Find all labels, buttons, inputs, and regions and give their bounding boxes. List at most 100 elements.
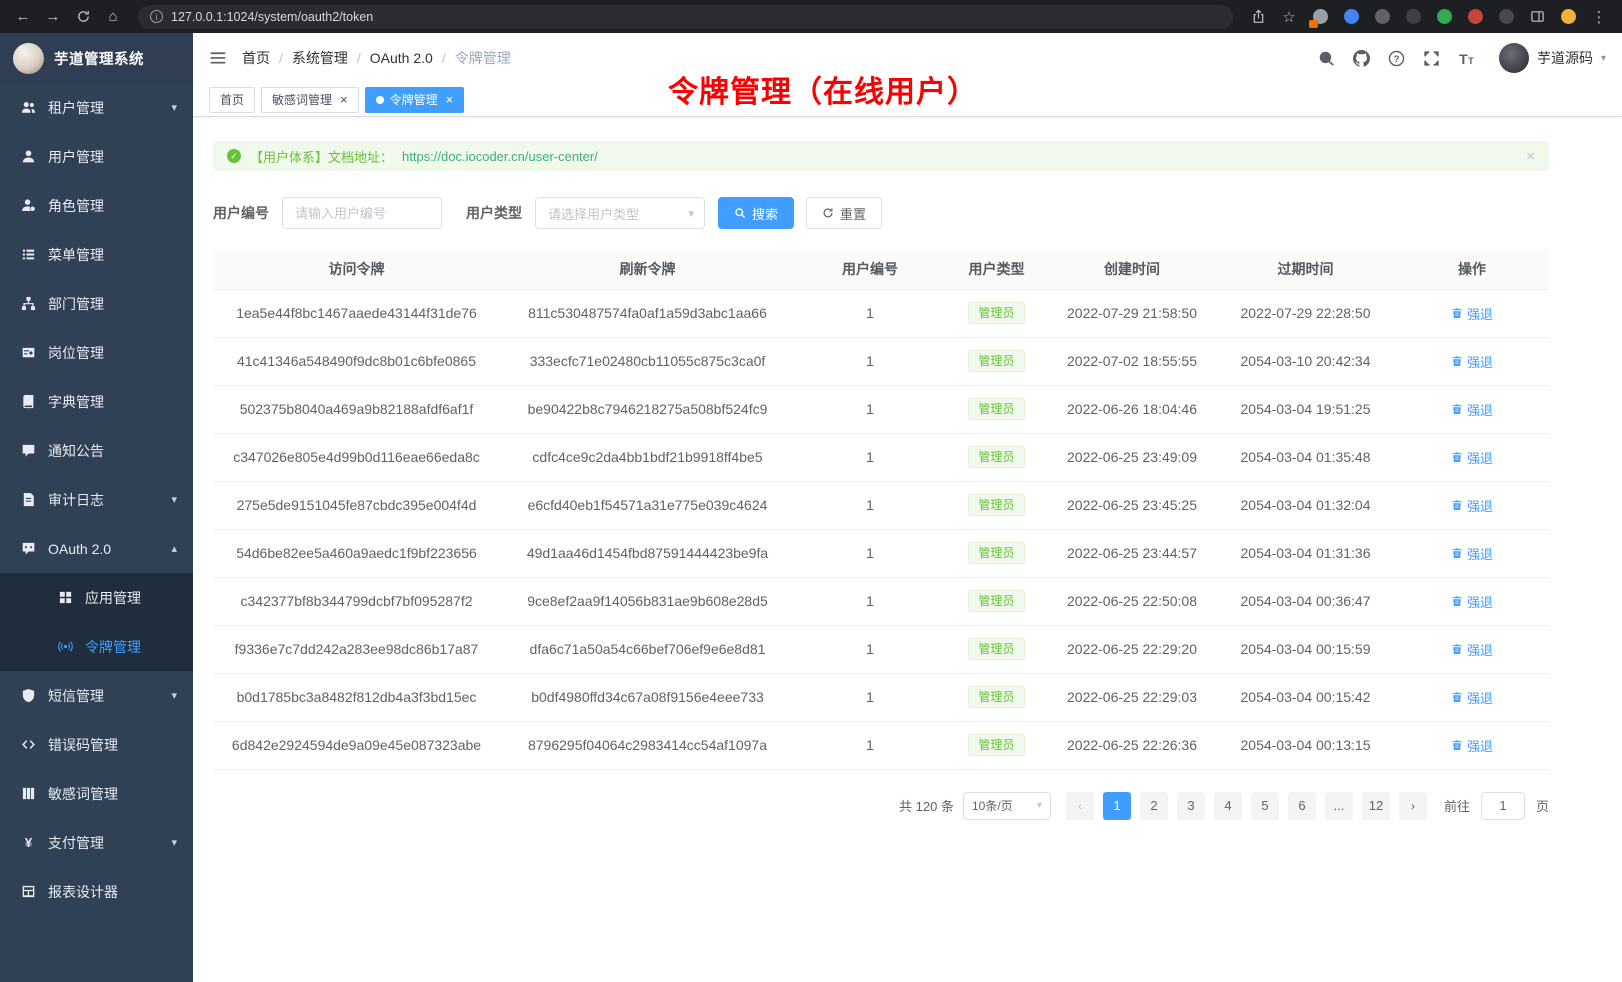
user-type-cell: 管理员: [945, 433, 1048, 481]
access-token-cell: b0d1785bc3a8482f812db4a3f3bd15ec: [213, 673, 500, 721]
breadcrumb-item-1[interactable]: 系统管理: [292, 48, 348, 68]
force-logout-button[interactable]: 强退: [1451, 736, 1493, 755]
sidebar-item-13[interactable]: 错误码管理: [0, 720, 193, 769]
breadcrumb-item-2[interactable]: OAuth 2.0: [370, 50, 433, 66]
force-logout-button[interactable]: 强退: [1451, 544, 1493, 563]
sidebar-item-16[interactable]: 报表设计器: [0, 867, 193, 916]
refresh-icon[interactable]: [70, 5, 96, 29]
force-logout-button[interactable]: 强退: [1451, 304, 1493, 323]
sidebar-item-12[interactable]: 短信管理▾: [0, 671, 193, 720]
alert-text: 【用户体系】文档地址：: [250, 147, 393, 166]
sidebar-item-3[interactable]: 菜单管理: [0, 230, 193, 279]
doc-link[interactable]: https://doc.iocoder.cn/user-center/: [402, 149, 598, 164]
close-icon[interactable]: ×: [1526, 148, 1535, 165]
action-cell: 强退: [1395, 385, 1549, 433]
search-icon[interactable]: [1318, 49, 1336, 67]
close-icon[interactable]: ×: [446, 93, 454, 106]
prev-page-button[interactable]: ‹: [1066, 792, 1094, 820]
dark-extension-icon[interactable]: [1369, 5, 1395, 29]
page-button-6[interactable]: 6: [1288, 792, 1316, 820]
more-pages-button[interactable]: ...: [1325, 792, 1353, 820]
page-button-12[interactable]: 12: [1362, 792, 1390, 820]
fullscreen-icon[interactable]: [1423, 49, 1441, 67]
tab-1[interactable]: 敏感词管理×: [261, 87, 359, 113]
sidebar-item-11[interactable]: 令牌管理: [0, 622, 193, 671]
page-button-1[interactable]: 1: [1103, 792, 1131, 820]
page-button-2[interactable]: 2: [1140, 792, 1168, 820]
app-logo[interactable]: 芋道管理系统: [0, 33, 193, 83]
search-button[interactable]: 搜索: [718, 197, 794, 229]
bookmark-star-icon[interactable]: ☆: [1276, 5, 1302, 29]
table-row: f9336e7c7dd242a283ee98dc86b17a87dfa6c71a…: [213, 625, 1549, 673]
overflow-icon[interactable]: ⋮: [1586, 5, 1612, 29]
user-type-badge: 管理员: [968, 494, 1024, 516]
force-logout-button[interactable]: 强退: [1451, 640, 1493, 659]
force-logout-button[interactable]: 强退: [1451, 688, 1493, 707]
hamburger-icon[interactable]: [209, 49, 227, 67]
force-logout-button[interactable]: 强退: [1451, 400, 1493, 419]
page-button-3[interactable]: 3: [1177, 792, 1205, 820]
sidebar-item-5[interactable]: 岗位管理: [0, 328, 193, 377]
chevron-down-icon: ▾: [171, 493, 177, 506]
force-logout-button[interactable]: 强退: [1451, 352, 1493, 371]
blue-extension-icon[interactable]: [1338, 5, 1364, 29]
filter-bar: 用户编号 用户类型 请选择用户类型 ▾ 搜索 重置: [213, 197, 1622, 229]
page-button-4[interactable]: 4: [1214, 792, 1242, 820]
peoples-icon: [20, 100, 36, 116]
home-icon[interactable]: ⌂: [100, 5, 126, 29]
force-logout-button[interactable]: 强退: [1451, 448, 1493, 467]
github-icon[interactable]: [1353, 49, 1371, 67]
goto-page-input[interactable]: [1481, 792, 1525, 820]
red-extension-icon[interactable]: [1462, 5, 1488, 29]
sidebar-item-8[interactable]: 审计日志▾: [0, 475, 193, 524]
breadcrumb-separator: /: [442, 50, 446, 66]
user-menu[interactable]: 芋道源码 ▾: [1499, 43, 1606, 73]
user-type-select[interactable]: 请选择用户类型 ▾: [535, 197, 705, 229]
sidebar-item-15[interactable]: ¥支付管理▾: [0, 818, 193, 867]
close-icon[interactable]: ×: [340, 93, 348, 106]
tab-0[interactable]: 首页: [209, 87, 255, 113]
font-size-icon[interactable]: TT: [1458, 49, 1476, 67]
sidebar-item-0[interactable]: 租户管理▾: [0, 83, 193, 132]
extensions-icon[interactable]: [1307, 5, 1333, 29]
sidebar-item-9[interactable]: OAuth 2.0▴: [0, 524, 193, 573]
user-id-label: 用户编号: [213, 203, 269, 223]
url-bar[interactable]: i 127.0.0.1:1024/system/oauth2/token: [138, 5, 1233, 29]
tree-icon: [20, 296, 36, 312]
split-view-icon[interactable]: [1524, 5, 1550, 29]
info-icon[interactable]: i: [150, 10, 163, 23]
delete-icon: [1451, 691, 1463, 703]
sidebar-item-14[interactable]: 敏感词管理: [0, 769, 193, 818]
action-cell: 强退: [1395, 721, 1549, 769]
sidebar-item-7[interactable]: 通知公告: [0, 426, 193, 475]
sidebar-item-6[interactable]: 字典管理: [0, 377, 193, 426]
table-row: 41c41346a548490f9dc8b01c6bfe0865333ecfc7…: [213, 337, 1549, 385]
sidebar-item-label: 错误码管理: [48, 735, 118, 755]
breadcrumb-item-0[interactable]: 首页: [242, 48, 270, 68]
tab-label: 首页: [220, 91, 244, 108]
page-size-select[interactable]: 10条/页 ▾: [963, 792, 1051, 820]
force-logout-button[interactable]: 强退: [1451, 592, 1493, 611]
sidebar-item-2[interactable]: 角色管理: [0, 181, 193, 230]
access-token-cell: 41c41346a548490f9dc8b01c6bfe0865: [213, 337, 500, 385]
help-icon[interactable]: ?: [1388, 49, 1406, 67]
force-logout-button[interactable]: 强退: [1451, 496, 1493, 515]
green-extension-icon[interactable]: [1431, 5, 1457, 29]
sidebar-item-1[interactable]: 用户管理: [0, 132, 193, 181]
page-button-5[interactable]: 5: [1251, 792, 1279, 820]
reset-button[interactable]: 重置: [806, 197, 882, 229]
tab-bar: 首页敏感词管理× 令牌管理 ×: [193, 83, 1622, 117]
forward-icon[interactable]: →: [40, 5, 66, 29]
paw-extension-icon[interactable]: [1493, 5, 1519, 29]
next-page-button[interactable]: ›: [1399, 792, 1427, 820]
share-icon[interactable]: [1245, 5, 1271, 29]
sidebar-item-10[interactable]: 应用管理: [0, 573, 193, 622]
back-icon[interactable]: ←: [10, 5, 36, 29]
tab-label: 令牌管理: [390, 91, 438, 108]
globe-extension-icon[interactable]: [1400, 5, 1426, 29]
sidebar-item-4[interactable]: 部门管理: [0, 279, 193, 328]
user-id-input[interactable]: [282, 197, 442, 229]
tab-2[interactable]: 令牌管理 ×: [365, 87, 465, 113]
profile-avatar-icon[interactable]: [1555, 5, 1581, 29]
delete-icon: [1451, 643, 1463, 655]
